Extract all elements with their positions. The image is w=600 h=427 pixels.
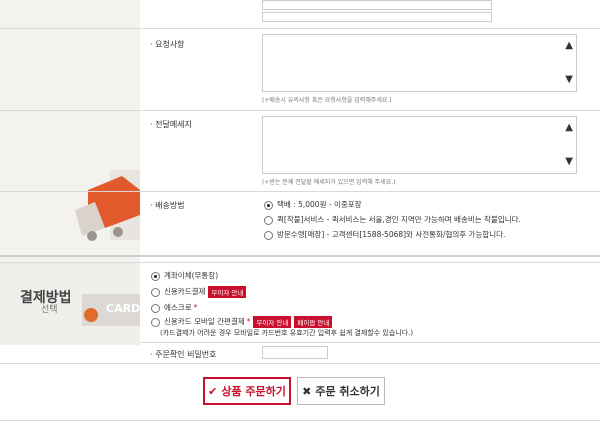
request-textarea[interactable]: ▲ ▼ bbox=[262, 34, 577, 92]
divider bbox=[0, 28, 600, 29]
radio-button[interactable] bbox=[151, 271, 160, 281]
required-mark: * bbox=[193, 303, 198, 312]
scroll-down-icon[interactable]: ▼ bbox=[565, 75, 573, 85]
divider bbox=[0, 363, 600, 364]
address-input-1[interactable] bbox=[262, 0, 492, 10]
shipping-option-pickup[interactable]: 방문수령[매장] - 고객센터[1588-5068]와 사전통화/협의후 가능합… bbox=[264, 229, 505, 240]
shipping-section-sidebar bbox=[0, 0, 140, 262]
divider bbox=[0, 262, 600, 263]
mobile-interest-free-button[interactable]: 무이자 안내 bbox=[253, 316, 292, 328]
close-icon: ✖ bbox=[302, 384, 312, 398]
radio-button[interactable] bbox=[151, 303, 160, 313]
payment-option-bank[interactable]: 계좌이체(무통장) bbox=[151, 270, 218, 281]
divider bbox=[0, 420, 600, 421]
message-label: 전달메세지 bbox=[150, 119, 192, 130]
payment-option-mobile[interactable]: 신용카드 모바일 간편결제 * 무이자 안내 페이팝 안내 bbox=[151, 316, 333, 328]
truck-illustration bbox=[75, 170, 140, 241]
request-hint: (+배송시 유의사항 혹은 요청사항을 입력해주세요.) bbox=[262, 97, 392, 104]
payment-method-subtitle: 선택 bbox=[41, 305, 58, 315]
radio-button[interactable] bbox=[151, 317, 160, 327]
radio-button[interactable] bbox=[264, 200, 273, 210]
paypop-info-button[interactable]: 페이팝 안내 bbox=[294, 316, 333, 328]
shipping-option-parcel[interactable]: 택배 : 5,000원 - 이중포장 bbox=[264, 199, 362, 210]
required-mark: * bbox=[246, 317, 251, 326]
submit-order-button[interactable]: ✔ 상품 주문하기 bbox=[203, 377, 291, 405]
order-password-input[interactable] bbox=[262, 346, 328, 359]
divider bbox=[0, 191, 600, 192]
request-label: 요청사항 bbox=[150, 39, 184, 50]
payment-option-card[interactable]: 신용카드결제 무이자 안내 bbox=[151, 286, 247, 298]
radio-button[interactable] bbox=[264, 215, 273, 225]
address-input-2[interactable] bbox=[262, 12, 492, 22]
card-dot-icon bbox=[84, 308, 98, 322]
radio-button[interactable] bbox=[151, 287, 160, 297]
card-label: CARD bbox=[106, 302, 141, 315]
message-textarea[interactable]: ▲ ▼ bbox=[262, 116, 577, 174]
order-password-label: 주문확인 비밀번호 bbox=[150, 349, 216, 360]
scroll-down-icon[interactable]: ▼ bbox=[565, 157, 573, 167]
message-hint: (+받는 분께 전달할 메세지가 있으면 입력해 주세요.) bbox=[262, 179, 396, 186]
mobile-payment-note: (카드결제가 어려운 경우 모바일로 카드번호 유효기간 입력후 쉽게 결제할수… bbox=[160, 329, 414, 337]
card-interest-free-button[interactable]: 무이자 안내 bbox=[208, 286, 247, 298]
check-icon: ✔ bbox=[208, 384, 218, 398]
cancel-order-button[interactable]: ✖ 주문 취소하기 bbox=[297, 377, 385, 405]
payment-option-escrow[interactable]: 에스크로 * bbox=[151, 302, 197, 313]
divider bbox=[140, 342, 600, 343]
divider bbox=[0, 255, 600, 257]
radio-button[interactable] bbox=[264, 230, 273, 240]
divider bbox=[0, 110, 600, 111]
shipping-label: 배송방법 bbox=[150, 200, 184, 211]
scroll-up-icon[interactable]: ▲ bbox=[565, 123, 573, 133]
scroll-up-icon[interactable]: ▲ bbox=[565, 41, 573, 51]
shipping-option-quick[interactable]: 퀵[착불]서비스 - 퀵서비스는 서울,경인 지역만 가능하며 배송비는 착불입… bbox=[264, 214, 521, 225]
